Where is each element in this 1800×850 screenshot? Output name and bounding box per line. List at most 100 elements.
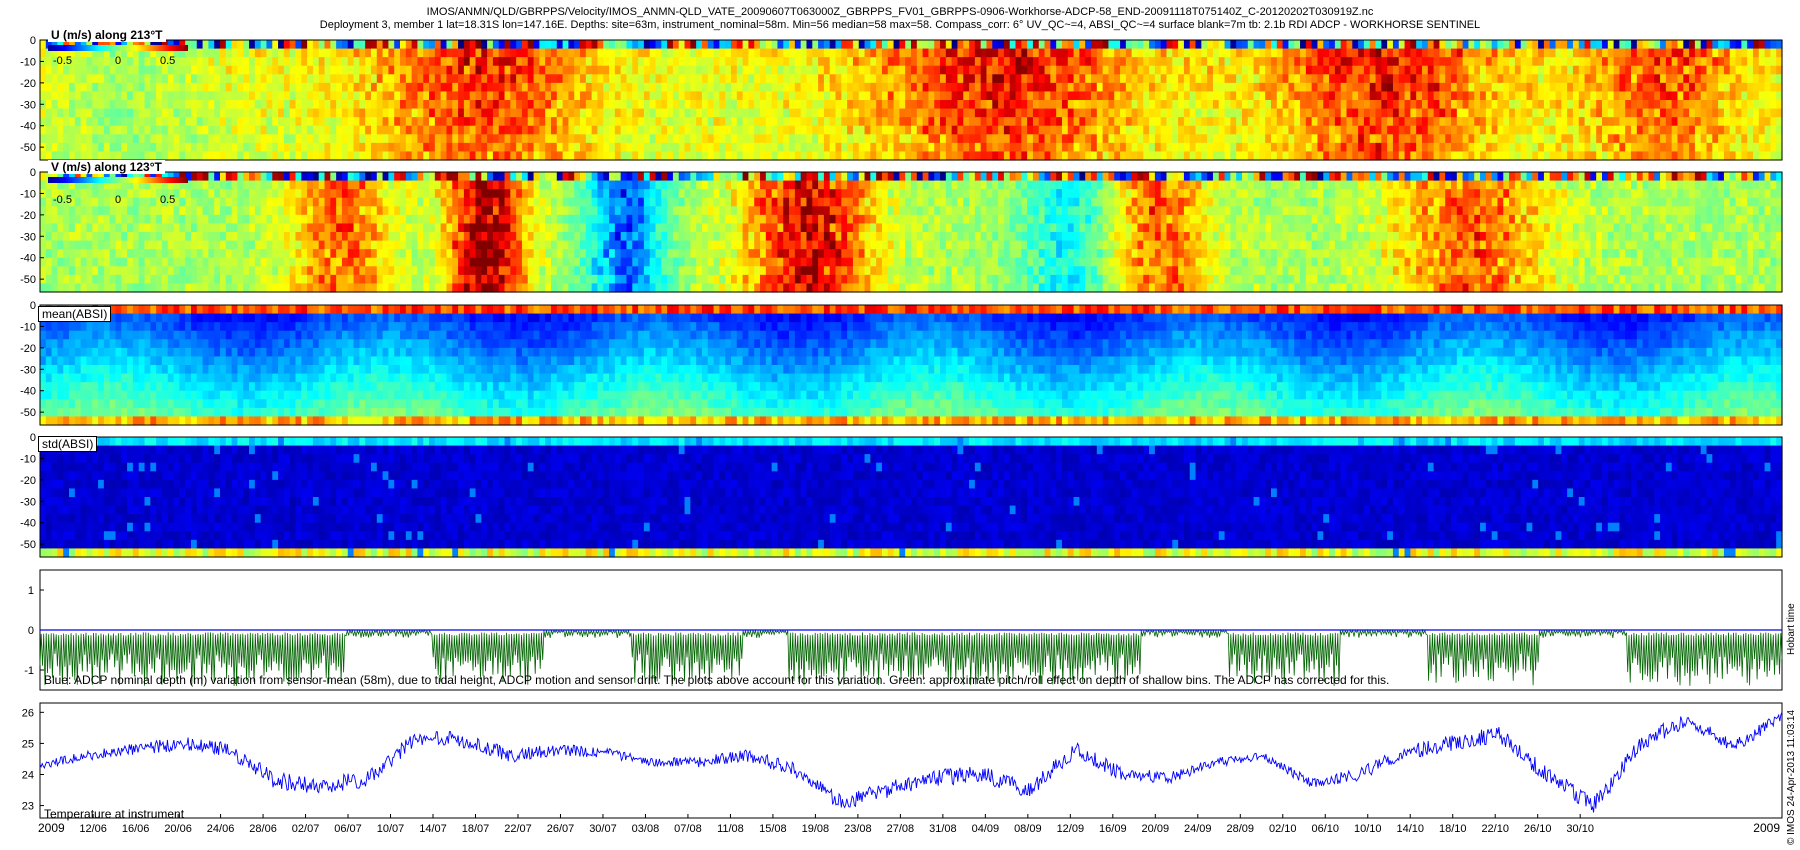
heatmap-cell bbox=[1445, 40, 1452, 50]
heatmap-cell bbox=[69, 125, 76, 135]
heatmap-cell bbox=[597, 65, 604, 75]
heatmap-cell bbox=[237, 180, 244, 190]
heatmap-cell bbox=[1491, 65, 1499, 75]
heatmap-cell bbox=[1265, 57, 1272, 67]
heatmap-cell bbox=[748, 91, 755, 101]
heatmap-cell bbox=[359, 65, 366, 75]
heatmap-cell bbox=[103, 117, 111, 127]
heatmap-cell bbox=[545, 117, 552, 127]
heatmap-cell bbox=[1166, 57, 1173, 67]
heatmap-cell bbox=[1462, 134, 1470, 144]
heatmap-cell bbox=[243, 257, 250, 267]
heatmap-cell bbox=[905, 48, 912, 58]
heatmap-cell bbox=[521, 65, 529, 75]
heatmap-cell bbox=[249, 100, 256, 110]
heatmap-cell bbox=[992, 134, 999, 144]
heatmap-cell bbox=[951, 125, 959, 135]
heatmap-cell bbox=[353, 180, 360, 190]
heatmap-cell bbox=[63, 74, 70, 84]
heatmap-cell bbox=[789, 65, 796, 75]
heatmap-cell bbox=[1230, 74, 1237, 84]
heatmap-cell bbox=[487, 134, 494, 144]
heatmap-cell bbox=[1247, 91, 1255, 101]
heatmap-cell bbox=[1003, 100, 1011, 110]
heatmap-cell bbox=[173, 214, 180, 225]
heatmap-cell bbox=[1183, 57, 1191, 67]
heatmap-cell bbox=[1143, 134, 1150, 144]
heatmap-cell bbox=[1056, 82, 1063, 93]
heatmap-cell bbox=[841, 57, 848, 67]
heatmap-cell bbox=[905, 151, 912, 161]
heatmap-cell bbox=[156, 274, 163, 285]
heatmap-cell bbox=[63, 125, 70, 135]
heatmap-cell bbox=[574, 40, 581, 50]
heatmap-cell bbox=[1485, 125, 1493, 135]
heatmap-cell bbox=[1131, 57, 1139, 67]
heatmap-cell bbox=[1497, 125, 1504, 135]
heatmap-cell bbox=[237, 172, 244, 182]
heatmap-cell bbox=[283, 206, 291, 216]
heatmap-cell bbox=[92, 232, 99, 242]
heatmap-cell bbox=[701, 125, 709, 135]
heatmap-cell bbox=[376, 40, 384, 50]
heatmap-cell bbox=[289, 134, 297, 144]
heatmap-cell bbox=[1433, 125, 1441, 135]
heatmap-cell bbox=[963, 117, 970, 127]
heatmap-cell bbox=[214, 274, 221, 285]
heatmap-cell bbox=[1735, 82, 1742, 93]
heatmap-cell bbox=[556, 48, 564, 58]
heatmap-cell bbox=[336, 257, 343, 267]
heatmap-cell bbox=[974, 142, 982, 153]
heatmap-cell bbox=[220, 257, 227, 267]
heatmap-cell bbox=[324, 240, 331, 250]
heatmap-cell bbox=[1462, 40, 1470, 50]
heatmap-cell bbox=[156, 125, 163, 135]
heatmap-cell bbox=[40, 117, 47, 127]
heatmap-cell bbox=[696, 74, 703, 84]
heatmap-cell bbox=[74, 197, 82, 207]
heatmap-cell bbox=[1032, 142, 1040, 153]
heatmap-cell bbox=[609, 125, 616, 135]
heatmap-cell bbox=[347, 214, 355, 225]
heatmap-cell bbox=[1392, 40, 1400, 50]
heatmap-cell bbox=[1619, 82, 1626, 93]
heatmap-cell bbox=[63, 65, 70, 75]
heatmap-cell bbox=[1694, 48, 1702, 58]
heatmap-cell bbox=[1578, 48, 1586, 58]
heatmap-cell bbox=[382, 40, 389, 50]
heatmap-cell bbox=[330, 249, 337, 259]
heatmap-cell bbox=[1276, 151, 1284, 161]
heatmap-cell bbox=[86, 142, 93, 153]
heatmap-cell bbox=[1398, 125, 1406, 135]
heatmap-cell bbox=[214, 197, 221, 207]
heatmap-cell bbox=[1102, 117, 1110, 127]
heatmap-cell bbox=[1764, 151, 1771, 161]
heatmap-cell bbox=[208, 283, 215, 293]
heatmap-cell bbox=[202, 266, 209, 276]
heatmap-cell bbox=[150, 197, 157, 207]
heatmap-cell bbox=[1259, 74, 1266, 84]
heatmap-cell bbox=[1590, 40, 1597, 50]
heatmap-cell bbox=[1056, 100, 1063, 110]
heatmap-cell bbox=[1660, 65, 1667, 75]
heatmap-cell bbox=[1572, 142, 1580, 153]
heatmap-cell bbox=[580, 91, 587, 101]
heatmap-cell bbox=[1648, 134, 1655, 144]
heatmap-cell bbox=[1601, 100, 1609, 110]
heatmap-cell bbox=[336, 40, 343, 50]
heatmap-cell bbox=[1375, 74, 1382, 84]
heatmap-cell bbox=[103, 65, 111, 75]
heatmap-cell bbox=[1276, 57, 1284, 67]
heatmap-cell bbox=[1468, 100, 1475, 110]
heatmap-cell bbox=[1462, 108, 1470, 118]
heatmap-cell bbox=[1706, 134, 1713, 144]
heatmap-cell bbox=[911, 100, 918, 110]
heatmap-cell bbox=[1665, 74, 1673, 84]
heatmap-cell bbox=[446, 100, 453, 110]
heatmap-cell bbox=[283, 189, 291, 199]
heatmap-cell bbox=[620, 134, 628, 144]
heatmap-cell bbox=[1056, 74, 1063, 84]
heatmap-cell bbox=[1027, 48, 1034, 58]
heatmap-cell bbox=[249, 65, 256, 75]
heatmap-cell bbox=[167, 117, 175, 127]
